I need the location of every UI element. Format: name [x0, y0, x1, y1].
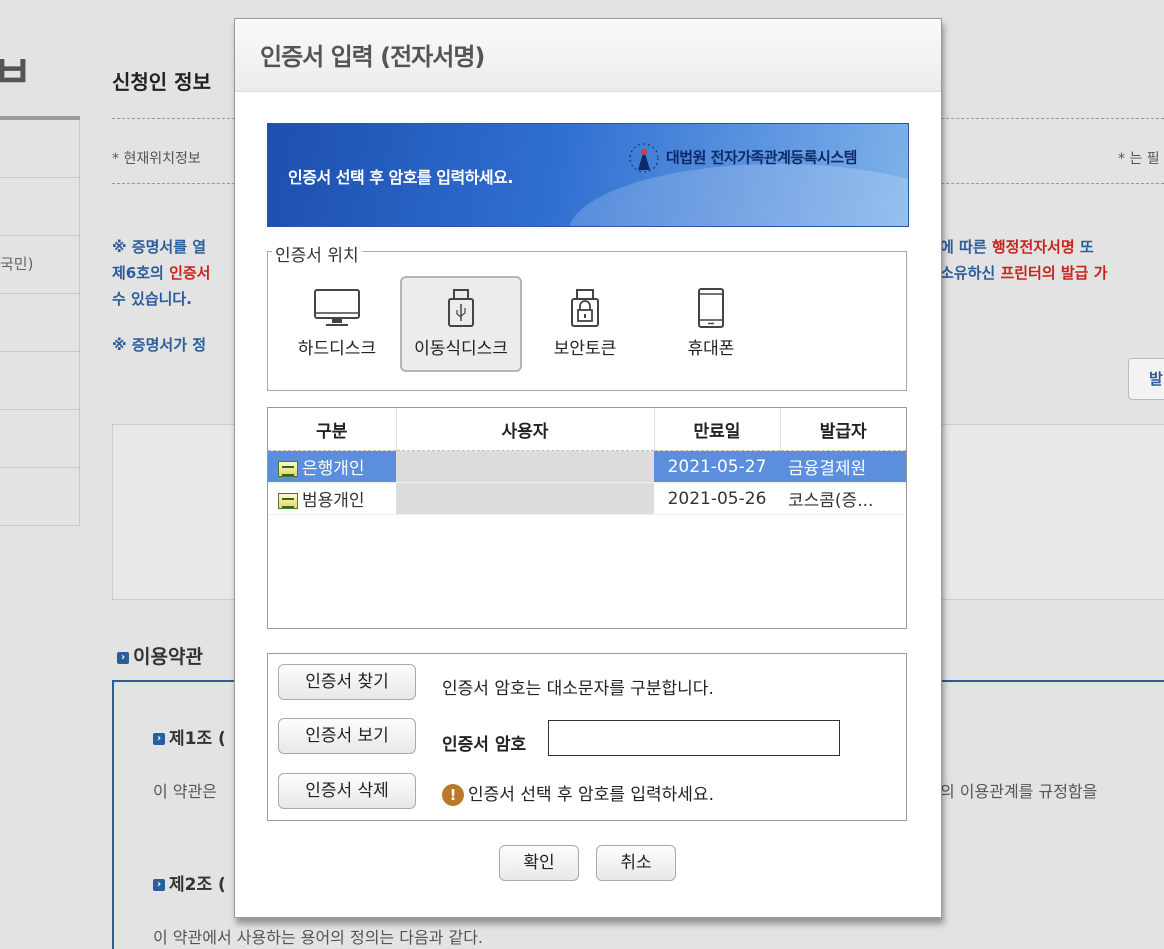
left-nav-item[interactable]: 국민) — [0, 236, 80, 294]
banner-logo-text: 대법원 전자가족관계등록시스템 — [666, 148, 857, 167]
location-label: 보안토큰 — [553, 339, 617, 359]
cert-expiry-cell: 2021-05-27 — [654, 450, 780, 483]
cert-expiry-cell: 2021-05-26 — [654, 482, 780, 515]
location-harddisk[interactable]: 하드디스크 — [278, 278, 396, 370]
view-certificate-button[interactable]: 인증서 보기 — [278, 718, 416, 754]
issue-button[interactable]: 발 — [1128, 358, 1164, 400]
location-phone[interactable]: 휴대폰 — [652, 278, 770, 370]
column-header-issuer[interactable]: 발급자 — [780, 408, 906, 451]
cert-user-cell — [396, 482, 654, 515]
location-security-token[interactable]: 보안토큰 — [526, 278, 644, 370]
terms-heading: › 이용약관 — [117, 642, 203, 669]
left-nav-item[interactable] — [0, 352, 80, 410]
article-title: 제1조 ( — [169, 729, 226, 749]
certificate-location-group: 인증서 위치 하드디스크 이동식디스크 보안토큰 휴대폰 — [267, 241, 907, 391]
cert-type-cell: 범용개인 — [268, 482, 396, 515]
phone-icon — [698, 288, 724, 328]
left-nav-item[interactable] — [0, 468, 80, 526]
notice-line: 소유하신 프린터의 발급 가 — [940, 260, 1107, 286]
terms-title: 이용약관 — [133, 646, 203, 668]
location-label: 하드디스크 — [297, 339, 377, 359]
required-note: * 는 필 — [1118, 151, 1160, 167]
certificate-table: 구분 사용자 만료일 발급자 은행개인 2021-05-27 금융결제원 범용개… — [268, 408, 906, 515]
bullet-arrow-icon: › — [153, 733, 165, 745]
certificate-dialog: 인증서 입력 (전자서명) 인증서 선택 후 암호를 입력하세요. 대법원 전자… — [234, 18, 942, 918]
cert-type-cell: 은행개인 — [268, 450, 396, 483]
column-header-user[interactable]: 사용자 — [396, 408, 655, 451]
location-label: 휴대폰 — [687, 339, 735, 359]
ok-button[interactable]: 확인 — [499, 845, 579, 881]
exclamation-icon: ! — [442, 784, 464, 806]
article-title: 제2조 ( — [169, 875, 226, 895]
notice-text-2: ※ 증명서가 정 — [112, 336, 207, 354]
left-nav: 국민) — [0, 116, 80, 526]
article-1-heading: › 제1조 ( — [153, 724, 226, 749]
cert-type: 범용개인 — [302, 491, 365, 511]
article-1-text-right: 의 이용관계를 규정함을 — [940, 782, 1098, 801]
cancel-button[interactable]: 취소 — [596, 845, 676, 881]
article-2-text: 이 약관에서 사용하는 용어의 정의는 다음과 같다. — [153, 928, 484, 947]
notice-text: ※ 증명서를 열 제6호의 인증서 수 있습니다. — [112, 234, 210, 312]
terms-border — [112, 680, 114, 949]
monitor-icon — [314, 289, 360, 326]
notice-highlight: 인증서 — [169, 264, 211, 282]
notice-line: 에 따른 행정전자서명 또 — [940, 234, 1107, 260]
lock-token-icon — [571, 289, 599, 327]
notice-fragment: 제6호의 — [112, 264, 170, 282]
location-legend: 인증서 위치 — [272, 241, 362, 266]
notice-line: 제6호의 인증서 — [112, 260, 210, 286]
notice-fragment: 소유하신 — [940, 264, 1001, 282]
password-input[interactable] — [548, 720, 840, 756]
table-row[interactable]: 은행개인 2021-05-27 금융결제원 — [268, 450, 906, 483]
password-warning: ! 인증서 선택 후 암호를 입력하세요. — [442, 780, 714, 806]
left-nav-item[interactable] — [0, 294, 80, 352]
court-logo: 대법원 전자가족관계등록시스템 — [628, 142, 857, 174]
cert-type: 은행개인 — [302, 459, 365, 479]
left-nav-item[interactable] — [0, 120, 80, 178]
location-text: * 현재위치정보 — [112, 151, 201, 167]
article-1-text: 이 약관은 — [153, 782, 217, 801]
certificate-list: 구분 사용자 만료일 발급자 은행개인 2021-05-27 금융결제원 범용개… — [267, 407, 907, 629]
dialog-banner: 인증서 선택 후 암호를 입력하세요. 대법원 전자가족관계등록시스템 — [267, 123, 909, 227]
court-emblem-icon — [629, 143, 659, 173]
certificate-actions: 인증서 찾기 인증서 보기 인증서 삭제 인증서 암호는 대소문자를 구분합니다… — [267, 653, 907, 821]
article-2-heading: › 제2조 ( — [153, 870, 226, 895]
notice-fragment: 에 따른 — [940, 238, 992, 256]
banner-text: 인증서 선택 후 암호를 입력하세요. — [288, 168, 513, 187]
cert-issuer-cell: 코스콤(증... — [780, 482, 906, 515]
page-heading-partial: ㅂ — [0, 47, 33, 98]
notice-text-right: 에 따른 행정전자서명 또 소유하신 프린터의 발급 가 — [940, 234, 1107, 286]
table-header-row: 구분 사용자 만료일 발급자 — [268, 408, 906, 451]
certificate-icon — [278, 461, 298, 477]
bullet-arrow-icon: › — [117, 651, 129, 664]
location-removable-disk[interactable]: 이동식디스크 — [400, 276, 522, 372]
delete-certificate-button[interactable]: 인증서 삭제 — [278, 773, 416, 809]
notice-highlight: 행정전자서명 — [991, 238, 1075, 256]
column-header-type[interactable]: 구분 — [268, 408, 397, 451]
find-certificate-button[interactable]: 인증서 찾기 — [278, 664, 416, 700]
table-row[interactable]: 범용개인 2021-05-26 코스콤(증... — [268, 482, 906, 515]
warning-text: 인증서 선택 후 암호를 입력하세요. — [468, 785, 714, 805]
left-nav-item[interactable] — [0, 410, 80, 468]
dialog-header[interactable]: 인증서 입력 (전자서명) — [235, 19, 941, 92]
notice-highlight: 프린터의 발급 가 — [1000, 264, 1108, 282]
notice-line: ※ 증명서를 열 — [112, 238, 207, 256]
case-sensitive-hint: 인증서 암호는 대소문자를 구분합니다. — [442, 679, 714, 699]
section-title: 신청인 정보 — [112, 70, 211, 94]
bullet-arrow-icon: › — [153, 879, 165, 891]
left-nav-item[interactable] — [0, 178, 80, 236]
location-label: 이동식디스크 — [414, 339, 508, 359]
column-header-expiry[interactable]: 만료일 — [654, 408, 781, 451]
cert-issuer-cell: 금융결제원 — [780, 450, 906, 483]
certificate-icon — [278, 493, 298, 509]
notice-fragment: 또 — [1074, 238, 1094, 256]
notice-line: 수 있습니다. — [112, 290, 192, 308]
password-label: 인증서 암호 — [442, 735, 527, 755]
dialog-title: 인증서 입력 (전자서명) — [260, 43, 485, 71]
cert-user-cell — [396, 450, 654, 483]
usb-icon — [448, 289, 474, 327]
